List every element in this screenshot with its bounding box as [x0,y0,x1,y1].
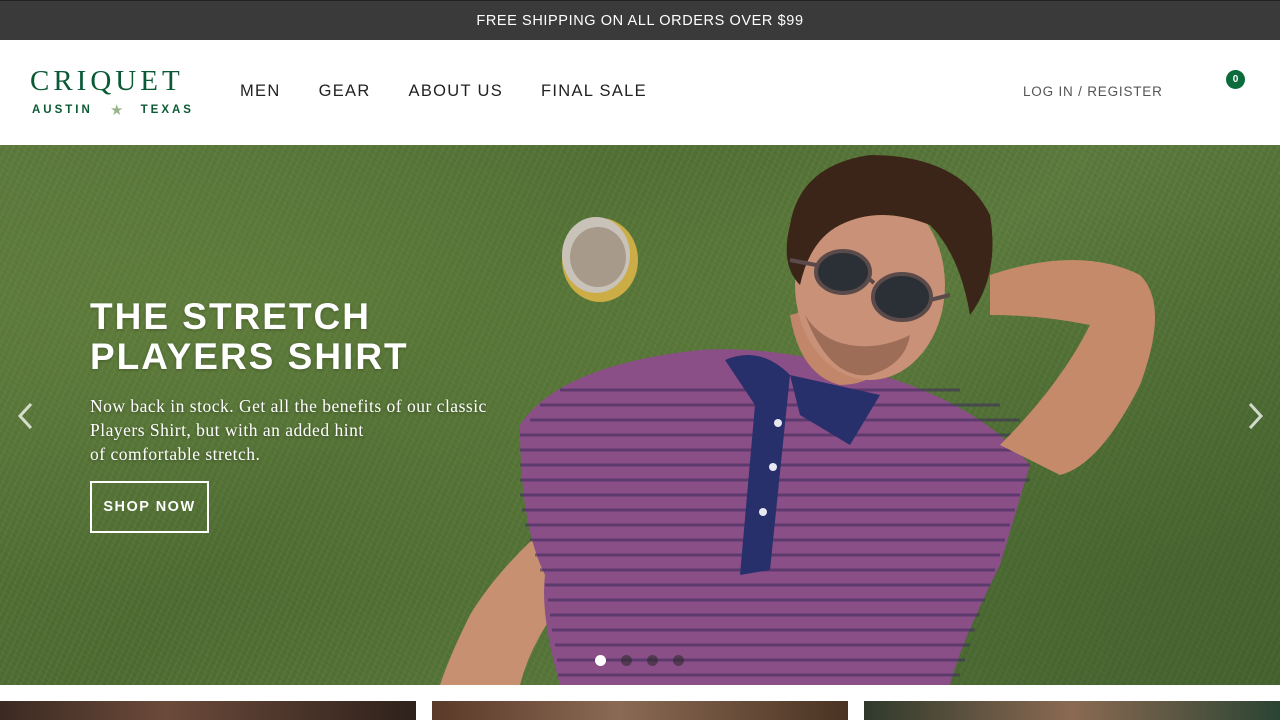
site-header: CRIQUET AUSTIN ★ TEXAS MEN GEAR ABOUT US… [0,40,1280,145]
carousel-prev-button[interactable] [14,400,38,432]
hero-text-line-3: of comfortable stretch. [90,444,261,464]
promo-text: FREE SHIPPING ON ALL ORDERS OVER $99 [476,12,804,29]
account-links: LOG IN / REGISTER [1023,84,1163,99]
carousel-dot-2[interactable] [621,655,632,666]
nav-item-men[interactable]: MEN [240,80,281,102]
category-tile-3[interactable] [864,701,1280,720]
brand-logo[interactable]: CRIQUET AUSTIN ★ TEXAS [30,65,195,119]
chevron-left-icon [17,402,33,430]
beer-glass-illustration [562,217,638,302]
carousel-next-button[interactable] [1243,400,1267,432]
account-separator: / [1078,84,1083,99]
nav-item-gear[interactable]: GEAR [319,80,371,102]
category-tile-1[interactable] [0,701,416,720]
main-nav: MEN GEAR ABOUT US FINAL SALE [240,80,685,102]
carousel-dots [595,655,684,666]
hero-text-line-1: Now back in stock. Get all the benefits … [90,396,487,416]
category-tile-2[interactable] [432,701,848,720]
brand-location: AUSTIN ★ TEXAS [32,101,194,119]
nav-item-about-us[interactable]: ABOUT US [409,80,503,102]
brand-state: TEXAS [140,104,194,116]
hero-title: THE STRETCH PLAYERS SHIRT [90,297,510,377]
chevron-right-icon [1248,402,1264,430]
cart-count-badge[interactable]: 0 [1226,70,1245,89]
nav-item-final-sale[interactable]: FINAL SALE [541,80,647,102]
star-icon: ★ [110,102,124,119]
carousel-dot-4[interactable] [673,655,684,666]
carousel-dot-3[interactable] [647,655,658,666]
register-link[interactable]: REGISTER [1087,84,1162,99]
brand-city: AUSTIN [32,104,93,116]
hero-description: Now back in stock. Get all the benefits … [90,394,550,466]
shop-now-button[interactable]: SHOP NOW [90,481,209,533]
promo-bar: FREE SHIPPING ON ALL ORDERS OVER $99 [0,0,1280,40]
category-tiles [0,701,1280,720]
login-link[interactable]: LOG IN [1023,84,1074,99]
hero-title-line-2: PLAYERS SHIRT [90,336,409,377]
hero-carousel: THE STRETCH PLAYERS SHIRT Now back in st… [0,145,1280,685]
brand-name: CRIQUET [30,65,184,97]
hero-text-line-2: Players Shirt, but with an added hint [90,420,364,440]
carousel-dot-1[interactable] [595,655,606,666]
hero-title-line-1: THE STRETCH [90,296,371,337]
